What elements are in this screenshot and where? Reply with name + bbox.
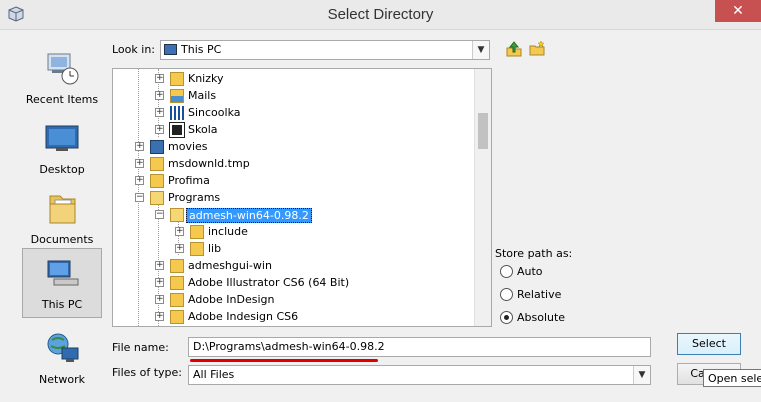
files-of-type-label: Files of type: bbox=[112, 366, 183, 379]
folder-icon bbox=[150, 174, 164, 188]
open-folder-icon bbox=[150, 191, 164, 205]
places-sidebar: Recent Items Desktop Documents This PC N… bbox=[8, 30, 108, 402]
title-bar: Select Directory ✕ bbox=[0, 0, 761, 30]
store-path-label: Store path as: bbox=[495, 247, 573, 260]
sidebar-item-this-pc[interactable]: This PC bbox=[22, 248, 102, 318]
tree-node-label: Adobe InDesign bbox=[188, 293, 275, 306]
tree-node-label: Adobe Illustrator CS6 (64 Bit) bbox=[188, 276, 350, 289]
tree-scrollbar[interactable] bbox=[474, 69, 491, 326]
files-of-type-value: All Files bbox=[193, 368, 235, 381]
look-in-dropdown[interactable]: This PC ▼ bbox=[160, 40, 490, 60]
documents-icon bbox=[49, 195, 76, 224]
chevron-down-icon[interactable]: ▼ bbox=[633, 366, 650, 384]
window-title: Select Directory bbox=[327, 6, 434, 23]
tree-node-label: admesh-win64-0.98.2 bbox=[186, 208, 312, 223]
scrollbar-thumb[interactable] bbox=[478, 113, 488, 149]
folder-icon bbox=[170, 293, 184, 307]
sidebar-item-recent-items[interactable]: Recent Items bbox=[22, 44, 102, 114]
folder-icon bbox=[190, 225, 204, 239]
radio-circle-checked[interactable] bbox=[500, 311, 513, 324]
tree-node-label: include bbox=[208, 225, 248, 238]
sidebar-item-network[interactable]: Network bbox=[22, 324, 102, 394]
tree-node-label: admeshgui-win bbox=[188, 259, 272, 272]
sidebar-item-label: This PC bbox=[41, 298, 83, 311]
annotation-underline bbox=[190, 359, 378, 362]
new-folder-icon[interactable] bbox=[528, 40, 546, 58]
look-in-label: Look in: bbox=[112, 43, 155, 56]
folder-icon bbox=[170, 310, 184, 324]
up-folder-icon[interactable] bbox=[505, 40, 523, 58]
film-folder-icon bbox=[150, 140, 164, 154]
radio-label: Absolute bbox=[517, 311, 566, 324]
folder-icon bbox=[170, 276, 184, 290]
this-pc-icon bbox=[47, 260, 79, 286]
tree-node-label: Adobe Indesign CS6 bbox=[188, 310, 299, 323]
tree-node-label: Skola bbox=[188, 123, 218, 136]
sidebar-item-documents[interactable]: Documents bbox=[22, 184, 102, 254]
folder-icon bbox=[170, 72, 184, 86]
radio-circle[interactable] bbox=[500, 288, 513, 301]
tree-node-label: movies bbox=[168, 140, 208, 153]
radio-label: Auto bbox=[517, 265, 543, 278]
file-name-field[interactable]: D:\Programs\admesh-win64-0.98.2 bbox=[188, 337, 651, 357]
radio-circle[interactable] bbox=[500, 265, 513, 278]
tree-node-label: Sincoolka bbox=[188, 106, 241, 119]
recent-items-icon bbox=[47, 53, 79, 85]
tree-node-label: Programs bbox=[168, 191, 221, 204]
files-of-type-dropdown[interactable]: All Files ▼ bbox=[188, 365, 651, 385]
network-icon bbox=[47, 333, 79, 362]
folder-icon bbox=[190, 242, 204, 256]
chevron-down-icon[interactable]: ▼ bbox=[472, 41, 489, 59]
tooltip: Open selected directory bbox=[703, 369, 761, 387]
sidebar-item-label: Recent Items bbox=[25, 93, 99, 106]
sidebar-item-label: Network bbox=[39, 373, 85, 386]
close-button[interactable]: ✕ bbox=[715, 0, 761, 22]
file-name-label: File name: bbox=[112, 341, 169, 354]
mail-folder-icon bbox=[170, 89, 184, 103]
folder-icon bbox=[150, 157, 164, 171]
this-pc-icon bbox=[164, 44, 177, 55]
tree-node-label: Knizky bbox=[188, 72, 224, 85]
open-folder-icon bbox=[170, 208, 184, 222]
tree-node-label: Mails bbox=[188, 89, 217, 102]
select-button[interactable]: Select bbox=[677, 333, 741, 355]
radio-label: Relative bbox=[517, 288, 562, 301]
look-in-value: This PC bbox=[181, 43, 222, 56]
sidebar-item-label: Documents bbox=[30, 233, 94, 246]
tree-node-label: Profima bbox=[168, 174, 210, 187]
directory-tree[interactable]: + Knizky + Mails + Sincoolka + Skola + m… bbox=[112, 68, 492, 327]
skola-icon bbox=[169, 122, 185, 138]
folder-icon bbox=[170, 259, 184, 273]
sidebar-item-label: Desktop bbox=[39, 163, 85, 176]
desktop-icon bbox=[45, 125, 79, 151]
tree-node-label: lib bbox=[208, 242, 222, 255]
tree-node-label: msdownld.tmp bbox=[168, 157, 250, 170]
sidebar-item-desktop[interactable]: Desktop bbox=[22, 114, 102, 184]
sincoolka-icon bbox=[170, 106, 184, 120]
